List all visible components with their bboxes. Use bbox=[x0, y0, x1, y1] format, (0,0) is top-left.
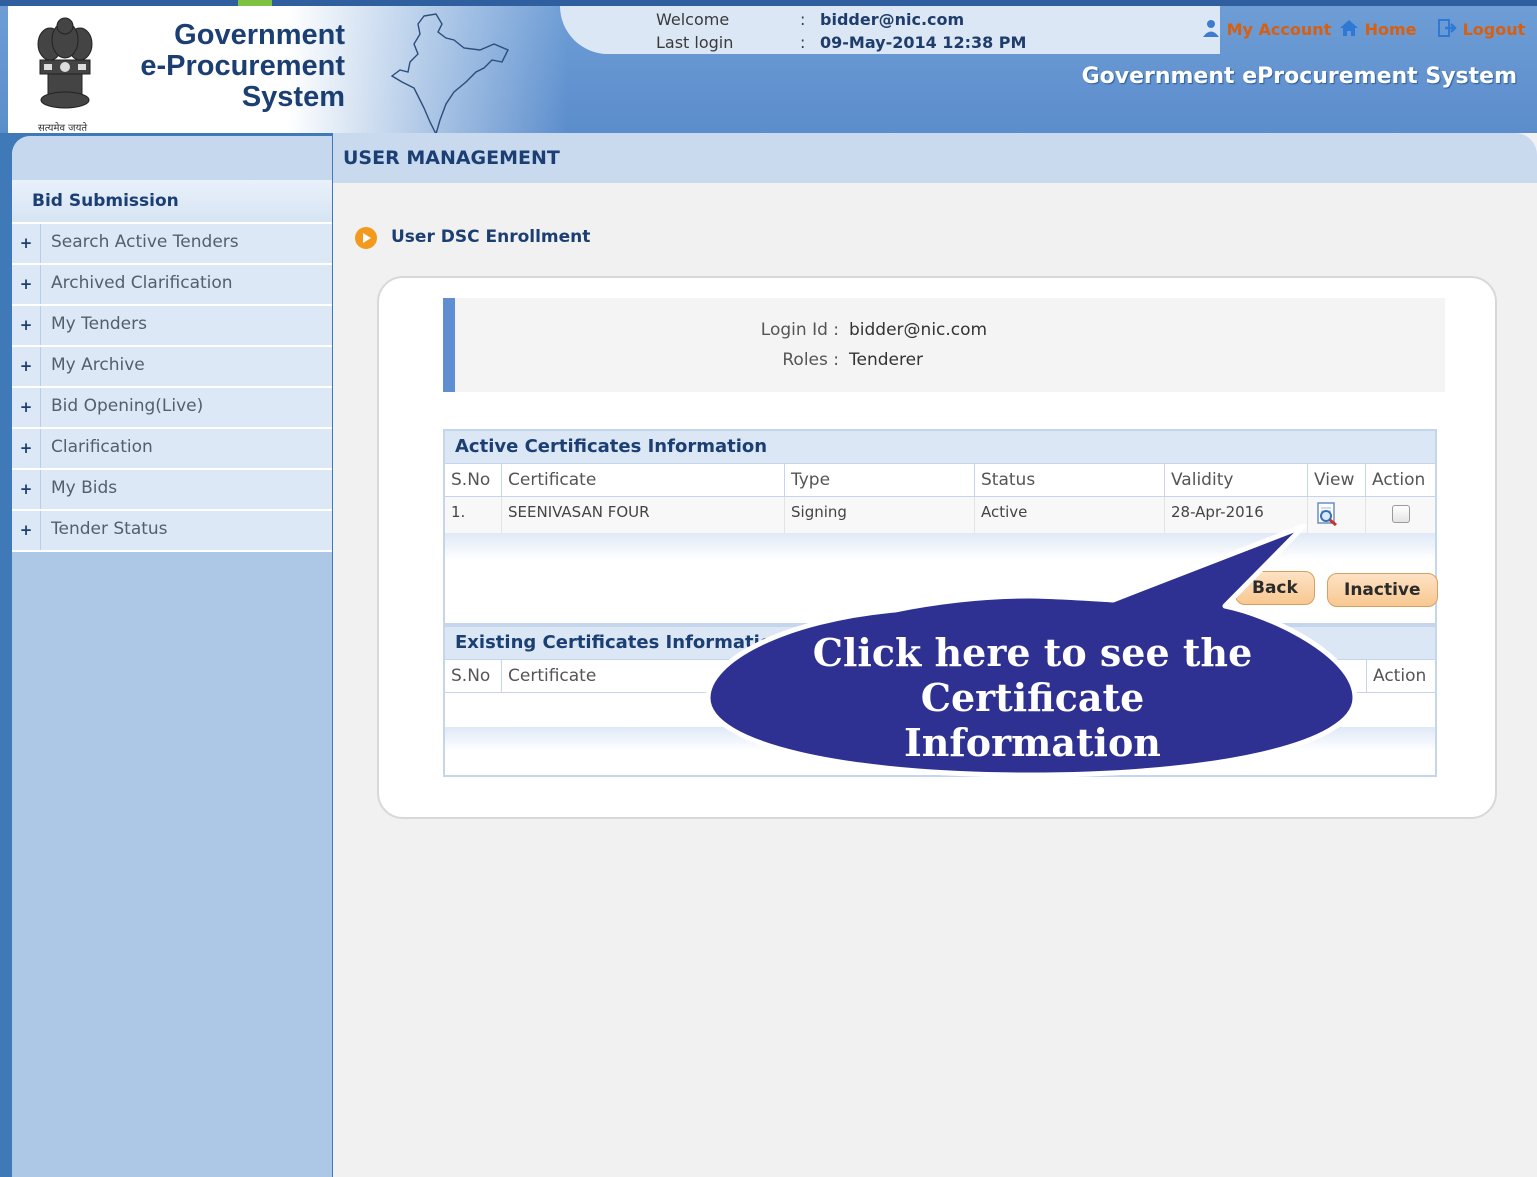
home-label: Home bbox=[1364, 20, 1417, 39]
active-certificates-caption: Active Certificates Information bbox=[445, 431, 1435, 464]
col-type: Type bbox=[785, 464, 975, 496]
col-status: Status bbox=[975, 464, 1165, 496]
home-link[interactable]: Home bbox=[1339, 18, 1416, 39]
col-action: Action bbox=[1366, 660, 1433, 692]
section-title: USER MANAGEMENT bbox=[343, 147, 560, 169]
expand-plus-icon: + bbox=[12, 306, 41, 345]
logo-line: e-Procurement bbox=[140, 50, 345, 82]
arrow-bullet-icon bbox=[355, 227, 377, 249]
top-links: My Account Home Logout bbox=[1201, 18, 1531, 46]
roles-label: Roles : bbox=[782, 350, 839, 370]
sidebar-item-bid-opening-live[interactable]: + Bid Opening(Live) bbox=[12, 388, 332, 429]
expand-plus-icon: + bbox=[12, 470, 41, 509]
system-title: Government eProcurement System bbox=[1081, 64, 1517, 89]
my-account-link[interactable]: My Account bbox=[1201, 18, 1331, 39]
logo-line: Government bbox=[174, 19, 345, 51]
last-login-value: 09-May-2014 12:38 PM bbox=[820, 33, 1027, 52]
logout-label: Logout bbox=[1462, 20, 1526, 39]
sidebar-item-clarification[interactable]: + Clarification bbox=[12, 429, 332, 470]
india-map-icon bbox=[390, 13, 509, 136]
separator: : bbox=[800, 33, 806, 52]
expand-plus-icon: + bbox=[12, 429, 41, 468]
header: सत्यमेव जयते Government e-Procurement Sy… bbox=[0, 0, 1537, 136]
sidebar-title: Bid Submission bbox=[12, 180, 332, 224]
logout-link[interactable]: Logout bbox=[1437, 18, 1525, 39]
emblem-motto: सत्यमेव जयते bbox=[38, 123, 88, 134]
col-certificate: Certificate bbox=[502, 464, 785, 496]
logo-area: सत्यमेव जयते Government e-Procurement Sy… bbox=[8, 6, 568, 136]
welcome-user: bidder@nic.com bbox=[820, 10, 965, 29]
sidebar-item-label: My Tenders bbox=[51, 314, 147, 334]
callout-line: Click here to see the bbox=[812, 630, 1253, 675]
col-validity: Validity bbox=[1165, 464, 1308, 496]
national-emblem-icon bbox=[37, 17, 93, 109]
cell-action bbox=[1366, 497, 1433, 533]
expand-plus-icon: + bbox=[12, 388, 41, 427]
sidebar-item-label: My Bids bbox=[51, 478, 118, 498]
logo-line: System bbox=[241, 81, 345, 113]
col-sno: S.No bbox=[445, 660, 502, 692]
sidebar-item-label: Bid Opening(Live) bbox=[51, 396, 204, 416]
sidebar-header bbox=[12, 136, 332, 180]
cell-sno: 1. bbox=[445, 497, 502, 533]
login-id-label: Login Id : bbox=[760, 320, 839, 340]
sidebar-item-archived-clarification[interactable]: + Archived Clarification bbox=[12, 265, 332, 306]
sidebar-item-my-archive[interactable]: + My Archive bbox=[12, 347, 332, 388]
sidebar-item-tender-status[interactable]: + Tender Status bbox=[12, 511, 332, 552]
login-id-value: bidder@nic.com bbox=[849, 320, 988, 340]
table-header-row: S.No Certificate Type Status Validity Vi… bbox=[445, 464, 1435, 497]
callout-line: Information bbox=[904, 720, 1161, 765]
sidebar-item-label: Archived Clarification bbox=[51, 273, 233, 293]
site-logo-text: Government e-Procurement System bbox=[105, 20, 345, 113]
expand-plus-icon: + bbox=[12, 265, 41, 304]
sidebar-item-label: Clarification bbox=[51, 437, 153, 457]
welcome-panel: Welcome Last login : : bidder@nic.com 09… bbox=[560, 6, 1220, 54]
my-account-label: My Account bbox=[1226, 20, 1332, 39]
login-info-box: Login Id : bidder@nic.com Roles : Tender… bbox=[443, 298, 1445, 392]
sidebar: Bid Submission + Search Active Tenders +… bbox=[12, 136, 332, 1177]
welcome-label: Welcome bbox=[656, 10, 730, 29]
roles-value: Tenderer bbox=[849, 350, 924, 370]
col-view: View bbox=[1308, 464, 1366, 496]
expand-plus-icon: + bbox=[12, 347, 41, 386]
sidebar-item-my-tenders[interactable]: + My Tenders bbox=[12, 306, 332, 347]
page-heading-text: User DSC Enrollment bbox=[391, 227, 591, 247]
sidebar-item-search-active-tenders[interactable]: + Search Active Tenders bbox=[12, 224, 332, 265]
expand-plus-icon: + bbox=[12, 511, 41, 550]
sidebar-item-label: Tender Status bbox=[51, 519, 168, 539]
callout-line: Certificate bbox=[920, 675, 1145, 720]
callout-text: Click here to see the Certificate Inform… bbox=[770, 630, 1295, 765]
separator: : bbox=[800, 10, 806, 29]
sidebar-item-my-bids[interactable]: + My Bids bbox=[12, 470, 332, 511]
logout-icon bbox=[1438, 19, 1457, 37]
col-sno: S.No bbox=[445, 464, 502, 496]
sidebar-item-label: My Archive bbox=[51, 355, 145, 375]
section-bar: USER MANAGEMENT bbox=[333, 133, 1537, 183]
action-checkbox[interactable] bbox=[1392, 505, 1410, 523]
expand-plus-icon: + bbox=[12, 224, 41, 263]
last-login-label: Last login bbox=[656, 33, 734, 52]
home-icon bbox=[1340, 20, 1358, 36]
col-action: Action bbox=[1372, 470, 1426, 490]
sidebar-item-label: Search Active Tenders bbox=[51, 232, 239, 252]
user-icon bbox=[1203, 20, 1219, 37]
